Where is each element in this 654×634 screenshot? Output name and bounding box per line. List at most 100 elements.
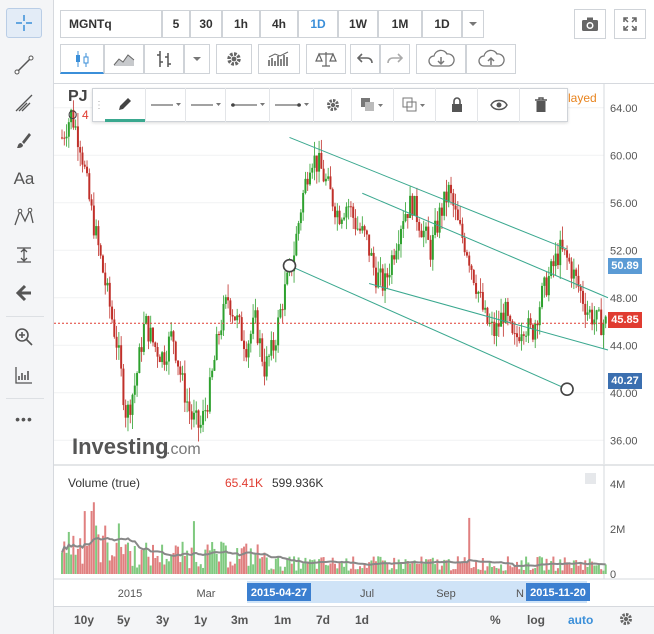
camera-button[interactable]: [574, 9, 606, 39]
line-tool-icon[interactable]: [6, 50, 42, 80]
candle-body: [281, 309, 284, 311]
toolbar-divider: [6, 316, 44, 317]
chart-type-dropdown[interactable]: [184, 44, 210, 74]
volume-bar: [156, 555, 159, 574]
volume-maximize-button[interactable]: [585, 473, 596, 484]
chart-type-candles-button[interactable]: [60, 44, 104, 74]
more-icon[interactable]: •••: [6, 404, 42, 434]
candle-body: [602, 323, 605, 336]
candle-body: [229, 300, 232, 315]
settings-button[interactable]: [216, 44, 252, 74]
candle-body: [324, 178, 327, 182]
range-button[interactable]: 3y: [156, 613, 169, 627]
interval-button[interactable]: 5: [162, 10, 190, 38]
symbol-search-input[interactable]: MGNTq: [60, 10, 162, 38]
time-tick-label: Mar: [197, 588, 216, 600]
interval-button[interactable]: 1W: [338, 10, 378, 38]
volume-bar: [158, 562, 161, 574]
candle-body: [61, 137, 63, 139]
brush-button[interactable]: [105, 88, 145, 122]
candle-body: [167, 336, 170, 362]
candle-body: [563, 249, 566, 251]
interval-button[interactable]: 4h: [260, 10, 298, 38]
interval-button[interactable]: 1h: [222, 10, 260, 38]
interval-button[interactable]: 1M: [378, 10, 422, 38]
volume-bar: [370, 560, 373, 574]
visibility-button[interactable]: [477, 88, 519, 122]
volume-bar: [529, 569, 532, 574]
line-color-button[interactable]: [145, 88, 185, 122]
lock-button[interactable]: [435, 88, 477, 122]
volume-bar: [450, 570, 453, 574]
range-button[interactable]: 1m: [274, 613, 291, 627]
volume-bar: [290, 563, 293, 574]
interval-button[interactable]: 30: [190, 10, 222, 38]
price-chart[interactable]: 64.00 60.00 56.00 52.00 48.00 44.00 40.00 36.00…: [54, 84, 654, 634]
cloud-download-button[interactable]: [416, 44, 466, 74]
indicators-button[interactable]: [258, 44, 300, 74]
log-toggle[interactable]: log: [527, 613, 545, 627]
volume-bar: [270, 568, 273, 574]
redo-button[interactable]: [380, 44, 410, 74]
delete-button[interactable]: [519, 88, 561, 122]
order-back-button[interactable]: [393, 88, 435, 122]
range-button[interactable]: 3m: [231, 613, 248, 627]
volume-bar: [520, 560, 523, 574]
channel-anchor-handle[interactable]: [560, 382, 574, 396]
volume-bar: [224, 545, 227, 574]
candle-body: [115, 336, 118, 348]
volume-bar: [227, 567, 230, 574]
line-end-button[interactable]: [269, 88, 313, 122]
volume-bar: [72, 535, 75, 574]
interval-button-selected[interactable]: 1D: [298, 10, 338, 38]
drag-handle[interactable]: ⋮: [93, 88, 105, 122]
percent-toggle[interactable]: %: [490, 613, 501, 627]
range-button[interactable]: 7d: [316, 613, 330, 627]
chart-type-bars-button[interactable]: [144, 44, 184, 74]
undo-button[interactable]: [350, 44, 380, 74]
volume-title[interactable]: Volume (true): [68, 476, 140, 490]
delayed-status: layed: [568, 91, 597, 105]
range-button[interactable]: 10y: [74, 613, 94, 627]
interval-dropdown-button[interactable]: [462, 10, 484, 38]
line-start-button[interactable]: [225, 88, 269, 122]
volume-bar: [149, 565, 152, 574]
channel-anchor-handle[interactable]: [282, 258, 297, 273]
brush-tool-icon[interactable]: [6, 126, 42, 156]
candle-body: [227, 297, 230, 301]
zoom-in-icon[interactable]: [6, 322, 42, 352]
volume-ma-value: 599.936K: [272, 476, 323, 490]
volume-bar: [527, 562, 530, 574]
candle-body: [245, 349, 248, 358]
volume-bar: [99, 562, 102, 574]
volume-bar: [70, 554, 73, 574]
compare-button[interactable]: [306, 44, 346, 74]
chart-settings-button[interactable]: [618, 611, 634, 630]
volume-bar: [104, 525, 107, 574]
auto-toggle[interactable]: auto: [568, 613, 593, 627]
arrow-left-icon[interactable]: [6, 278, 42, 308]
line-width-button[interactable]: [185, 88, 225, 122]
text-tool-icon[interactable]: Aa: [6, 164, 42, 194]
indicator-icon[interactable]: [6, 360, 42, 390]
volume-bar: [463, 557, 466, 574]
fullscreen-button[interactable]: [614, 9, 646, 39]
volume-bar: [431, 557, 434, 574]
interval-button[interactable]: 1D: [422, 10, 462, 38]
order-front-button[interactable]: [351, 88, 393, 122]
pattern-tool-icon[interactable]: [6, 202, 42, 232]
measure-tool-icon[interactable]: [6, 240, 42, 270]
candle-body: [195, 410, 198, 413]
candle-body: [363, 226, 366, 231]
candle-body: [256, 310, 259, 344]
range-button[interactable]: 5y: [117, 613, 130, 627]
drawing-settings-button[interactable]: [313, 88, 351, 122]
range-button[interactable]: 1y: [194, 613, 207, 627]
chart-type-area-button[interactable]: [104, 44, 144, 74]
candle-body: [174, 341, 177, 361]
volume-bar: [108, 560, 111, 574]
cloud-upload-button[interactable]: [466, 44, 516, 74]
fork-tool-icon[interactable]: [6, 88, 42, 118]
crosshair-icon[interactable]: [6, 8, 42, 38]
range-button[interactable]: 1d: [355, 613, 369, 627]
